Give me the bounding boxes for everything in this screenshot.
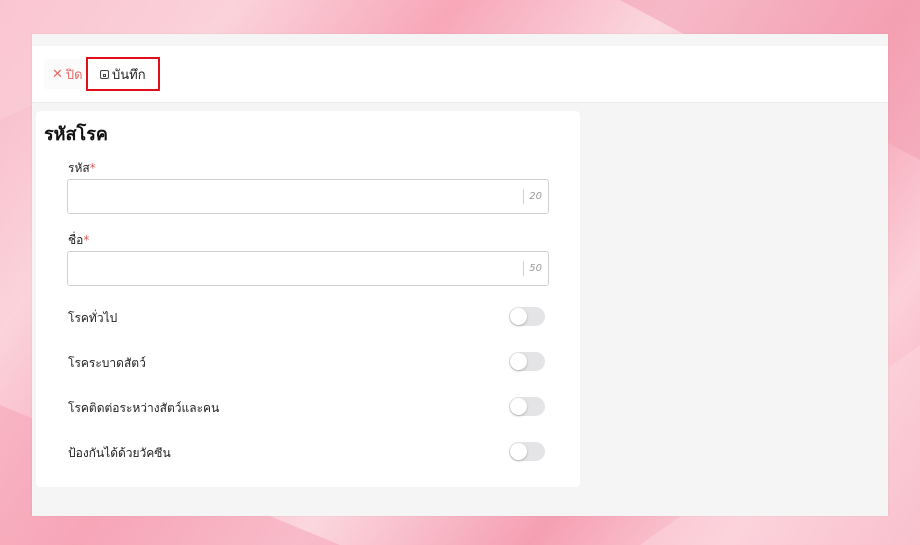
close-button-label: ปิด bbox=[65, 67, 83, 83]
required-mark: * bbox=[89, 161, 96, 175]
epidemic-disease-toggle[interactable] bbox=[509, 352, 545, 371]
code-input[interactable] bbox=[76, 181, 520, 214]
general-disease-label: โรคทั่วไป bbox=[68, 311, 118, 325]
code-label-text: รหัส bbox=[68, 161, 90, 175]
toolbar: ✕ ปิด บันทึก bbox=[32, 46, 888, 103]
code-field-label: รหัส* bbox=[68, 159, 96, 178]
save-button-label: บันทึก bbox=[112, 67, 146, 83]
toggle-knob bbox=[510, 353, 527, 370]
code-input-wrapper: 20 bbox=[67, 179, 549, 214]
toggle-knob bbox=[510, 398, 527, 415]
general-disease-toggle[interactable] bbox=[509, 307, 545, 326]
required-mark: * bbox=[83, 233, 90, 247]
name-field-label: ชื่อ* bbox=[68, 231, 89, 250]
close-icon: ✕ bbox=[52, 66, 63, 82]
zoonotic-disease-toggle[interactable] bbox=[509, 397, 545, 416]
epidemic-disease-label: โรคระบาดสัตว์ bbox=[68, 356, 146, 370]
form-card: รหัสโรค รหัส* 20 ชื่อ* 50 โรคทั่วไป โรคร… bbox=[36, 111, 580, 487]
code-char-counter: 20 bbox=[523, 189, 542, 204]
name-label-text: ชื่อ bbox=[68, 233, 84, 247]
name-input[interactable] bbox=[76, 253, 520, 286]
save-icon bbox=[100, 69, 109, 79]
zoonotic-disease-label: โรคติดต่อระหว่างสัตว์และคน bbox=[68, 401, 220, 415]
form-window: ✕ ปิด บันทึก รหัสโรค รหัส* 20 ชื่อ* 50 โ… bbox=[32, 34, 888, 516]
vaccine-preventable-toggle[interactable] bbox=[509, 442, 545, 461]
name-char-counter: 50 bbox=[523, 261, 542, 276]
vaccine-preventable-label: ป้องกันได้ด้วยวัคซีน bbox=[68, 446, 171, 460]
toggle-knob bbox=[510, 308, 527, 325]
form-title: รหัสโรค bbox=[44, 124, 108, 145]
toggle-knob bbox=[510, 443, 527, 460]
close-button[interactable]: ✕ ปิด bbox=[44, 59, 86, 89]
name-input-wrapper: 50 bbox=[67, 251, 549, 286]
save-button[interactable]: บันทึก bbox=[86, 57, 160, 91]
